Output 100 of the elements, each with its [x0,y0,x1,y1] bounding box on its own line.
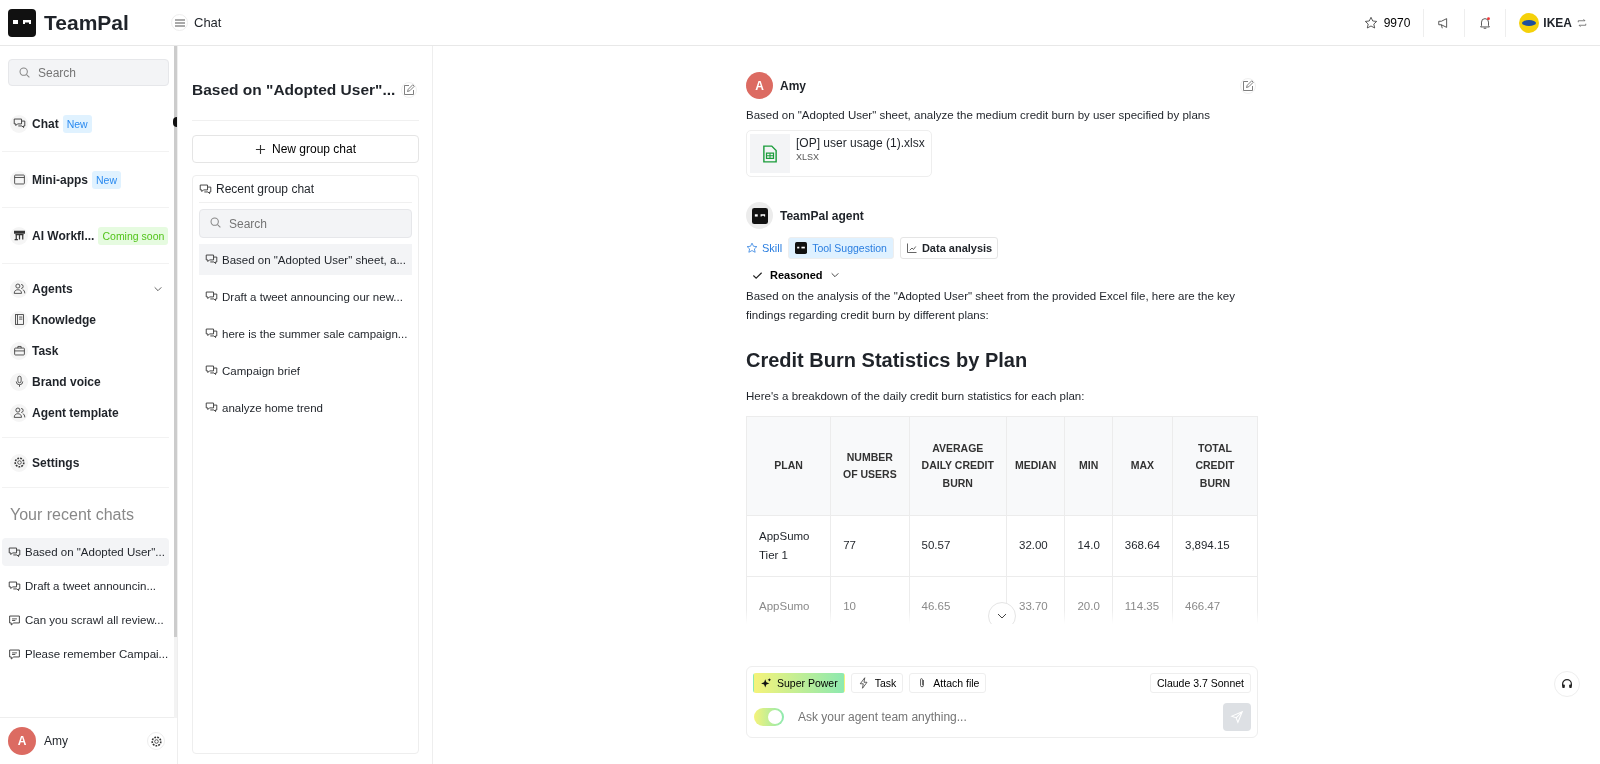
scrollbar-thumb[interactable] [174,46,177,638]
robot-face-icon [751,207,768,224]
edit-icon [403,84,416,96]
notification-bell-icon[interactable] [1478,15,1493,30]
briefcase-icon [12,344,26,357]
tool-tag[interactable]: Tool Suggestion [788,237,894,259]
group-chat-item[interactable]: analyze home trend [199,392,412,423]
group-chat-item[interactable]: Campaign brief [199,355,412,386]
nav-item[interactable]: Mini-apps New [2,167,169,192]
chat-title: Based on "Adopted User"... [192,81,396,99]
column-header: PLAN [746,416,831,516]
plus-icon [254,143,266,155]
column-header: AVERAGE DAILY CREDIT BURN [909,416,1007,516]
nav-item[interactable]: Settings [2,450,169,475]
sparkle-icon [760,676,772,689]
organization-logo [1519,12,1540,33]
file-type: XLSX [796,152,820,162]
page-title: Chat [194,15,222,30]
table-cell: 3,894.15 [1172,515,1258,577]
robot-face-icon [8,8,36,37]
file-name: [OP] user usage (1).xlsx [796,136,925,150]
robot-face-icon [795,242,808,254]
chat-bubbles-icon [199,182,212,196]
recent-chat-item[interactable]: Can you scrawl all review... [2,606,169,634]
nav-item[interactable]: Brand voice [2,369,169,394]
nav-item[interactable]: AI Workfl... Coming soon [2,223,169,248]
table-cell: 14.0 [1064,515,1113,577]
edit-icon [1242,79,1254,92]
nav-item[interactable]: Knowledge [2,307,169,332]
sparkle-star-icon [746,242,758,254]
composer-tool-button[interactable]: Super Power [753,672,845,693]
spreadsheet-icon [763,144,777,163]
chat-bubbles-icon [205,290,218,303]
users-icon [12,282,26,295]
response-heading: Credit Burn Statistics by Plan [746,348,1029,372]
search-field[interactable]: Search [199,209,412,238]
user-avatar: A [746,72,773,99]
nav-item[interactable]: Task [2,338,169,363]
search-field[interactable]: Search [8,59,169,86]
settings-icon [12,456,26,469]
model-selector[interactable]: Claude 3.7 Sonnet [1150,672,1251,693]
reasoning-toggle[interactable]: Reasoned [746,269,1258,281]
chat-bubbles-icon [205,253,218,266]
menu-button[interactable] [171,14,188,31]
column-header: TOTAL CREDIT BURN [1172,416,1258,516]
response-paragraph: Here's a breakdown of the daily credit burn statistics for each plan: [746,389,1086,402]
table-cell: 50.57 [909,515,1007,577]
table-cell: 32.00 [1006,515,1065,577]
section-heading: Your recent chats [9,505,135,525]
credits-button[interactable]: 9970 [1363,15,1411,30]
column-header: MEDIAN [1006,416,1065,516]
group-chat-item[interactable]: here is the summer sale campaign... [199,318,412,349]
status-badge: Coming soon [98,226,169,245]
user-name: Amy [44,734,69,748]
table-cell: 77 [830,515,909,577]
response-paragraph: Based on the analysis of the "Adopted User" sheet from the provided Excel file, here are the key findings regarding credit burn by different plans: [746,289,1236,323]
group-chat-item[interactable]: Based on "Adopted User" sheet, a... [199,244,412,275]
list-heading: Recent group chat [199,176,412,203]
recent-chat-item[interactable]: Draft a tweet announcin... [2,572,169,600]
recent-chat-item[interactable]: Please remember Campai... [2,640,169,668]
edit-button[interactable] [1240,77,1256,94]
chat-bubbles-icon [205,364,218,377]
comment-icon [8,613,21,627]
file-attachment[interactable]: [OP] user usage (1).xlsx XLSX [746,130,932,177]
chat-bubbles-icon [8,579,21,593]
star-icon [1363,15,1378,30]
settings-icon [149,734,163,748]
settings-button[interactable] [147,732,165,750]
headset-icon [1560,677,1574,691]
book-icon [12,313,26,326]
group-chat-item[interactable]: Draft a tweet announcing our new... [199,281,412,312]
composer-tool-button[interactable]: Attach file [909,672,987,693]
switch-icon[interactable] [1576,16,1588,29]
skill-link[interactable]: Skill [746,238,783,258]
new-group-chat-button[interactable]: New group chat [192,135,419,163]
users-icon [12,406,26,419]
window-icon [12,173,26,186]
recent-chat-item[interactable]: Based on "Adopted User"... [2,538,169,566]
edit-button[interactable] [401,82,418,98]
composer-tool-button[interactable]: Task [850,672,904,693]
column-header: MIN [1064,416,1113,516]
menu-icon [173,16,186,29]
chat-bubbles-icon [12,117,26,130]
send-icon [1230,709,1244,724]
nav-item[interactable]: Chat New [2,111,169,136]
author-name: TeamPal agent [780,208,864,223]
support-button[interactable] [1554,671,1580,697]
workspace-name: IKEA [1543,15,1572,30]
nav-item[interactable]: Agent template [2,400,169,425]
author-name: Amy [780,78,806,93]
column-header: MAX [1112,416,1173,516]
data-analysis-tag[interactable]: Data analysis [899,237,999,259]
chat-bubbles-icon [8,545,21,559]
brand-name: TeamPal [44,10,129,35]
collapse-handle[interactable] [173,117,177,127]
power-toggle[interactable] [754,707,784,726]
lightning-icon [857,676,870,689]
nav-item[interactable]: Agents [2,276,169,301]
chart-icon [905,242,918,254]
status-badge: New [62,114,92,133]
